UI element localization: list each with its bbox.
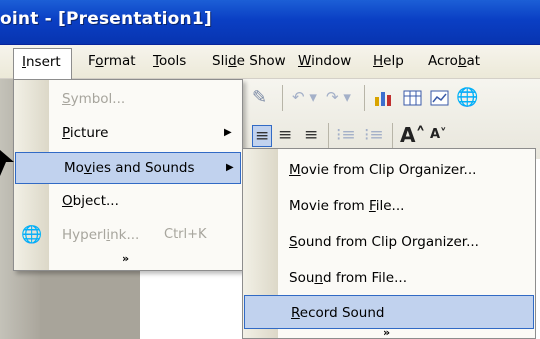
- align-right-icon[interactable]: ≡: [304, 125, 318, 145]
- redo-icon[interactable]: ↷ ▾: [326, 88, 351, 106]
- menu-insert[interactable]: Insert: [13, 48, 72, 79]
- undo-icon[interactable]: ↶ ▾: [292, 88, 317, 106]
- submenu-item-movie-clip-organizer[interactable]: Movie from Clip Organizer...: [243, 153, 535, 187]
- expand-submenu-chevron-icon[interactable]: »: [383, 326, 390, 339]
- align-left-icon[interactable]: ≡: [252, 125, 273, 147]
- submenu-arrow-icon: ▶: [226, 162, 234, 173]
- submenu-item-movie-from-file[interactable]: Movie from File...: [243, 189, 535, 223]
- bullet-list-icon[interactable]: ⁝≡: [364, 125, 384, 145]
- format-painter-icon[interactable]: ✎: [252, 87, 267, 108]
- expand-menu-chevron-icon[interactable]: »: [122, 252, 129, 265]
- align-center-icon[interactable]: ≡: [278, 125, 292, 145]
- menu-item-hyperlink[interactable]: 🌐 Hyperlink... Ctrl+K: [14, 220, 242, 252]
- standard-toolbar: ✎ ↶ ▾ ↷ ▾ 🌐: [240, 79, 540, 119]
- menu-item-movies-and-sounds[interactable]: Movies and Sounds ▶: [15, 152, 241, 184]
- cursor-pointer-icon: [0, 150, 14, 176]
- menu-item-picture[interactable]: Picture ▶: [14, 118, 242, 150]
- movies-and-sounds-submenu: Movie from Clip Organizer... Movie from …: [242, 148, 536, 339]
- menu-help[interactable]: Help: [373, 53, 404, 69]
- numbered-list-icon[interactable]: ⁝≡: [336, 125, 356, 145]
- toolbar-area: ✎ ↶ ▾ ↷ ▾ 🌐 ≡ ≡ ≡ ⁝≡ ⁝≡ A˄ A˅: [240, 79, 540, 159]
- menu-item-symbol[interactable]: Symbol...: [14, 84, 242, 116]
- hyperlink-globe-icon: 🌐: [21, 225, 43, 245]
- title-bar: oint - [Presentation1]: [0, 0, 540, 45]
- menu-slide-show[interactable]: Slide Show: [212, 53, 286, 69]
- submenu-arrow-icon: ▶: [224, 127, 232, 138]
- menu-item-object[interactable]: Object...: [14, 186, 242, 218]
- submenu-item-sound-from-file[interactable]: Sound from File...: [243, 261, 535, 295]
- window-title: oint - [Presentation1]: [0, 9, 212, 29]
- menu-tools[interactable]: Tools: [153, 53, 186, 69]
- menu-acrobat[interactable]: Acrobat: [428, 53, 480, 69]
- menu-bar: Insert Format Tools Slide Show Window He…: [0, 45, 540, 79]
- insert-chart-object-icon[interactable]: [430, 89, 450, 107]
- insert-dropdown-menu: Symbol... Picture ▶ Movies and Sounds ▶ …: [13, 79, 243, 271]
- menu-window[interactable]: Window: [298, 53, 351, 69]
- globe-icon[interactable]: 🌐: [456, 87, 478, 108]
- increase-font-icon[interactable]: A˄: [400, 123, 425, 147]
- decrease-font-icon[interactable]: A˅: [430, 127, 447, 142]
- submenu-item-record-sound[interactable]: Record Sound: [244, 295, 534, 329]
- menu-format[interactable]: Format: [88, 53, 136, 69]
- insert-table-icon[interactable]: [403, 89, 423, 107]
- insert-chart-icon[interactable]: [374, 89, 394, 107]
- submenu-item-sound-clip-organizer[interactable]: Sound from Clip Organizer...: [243, 225, 535, 259]
